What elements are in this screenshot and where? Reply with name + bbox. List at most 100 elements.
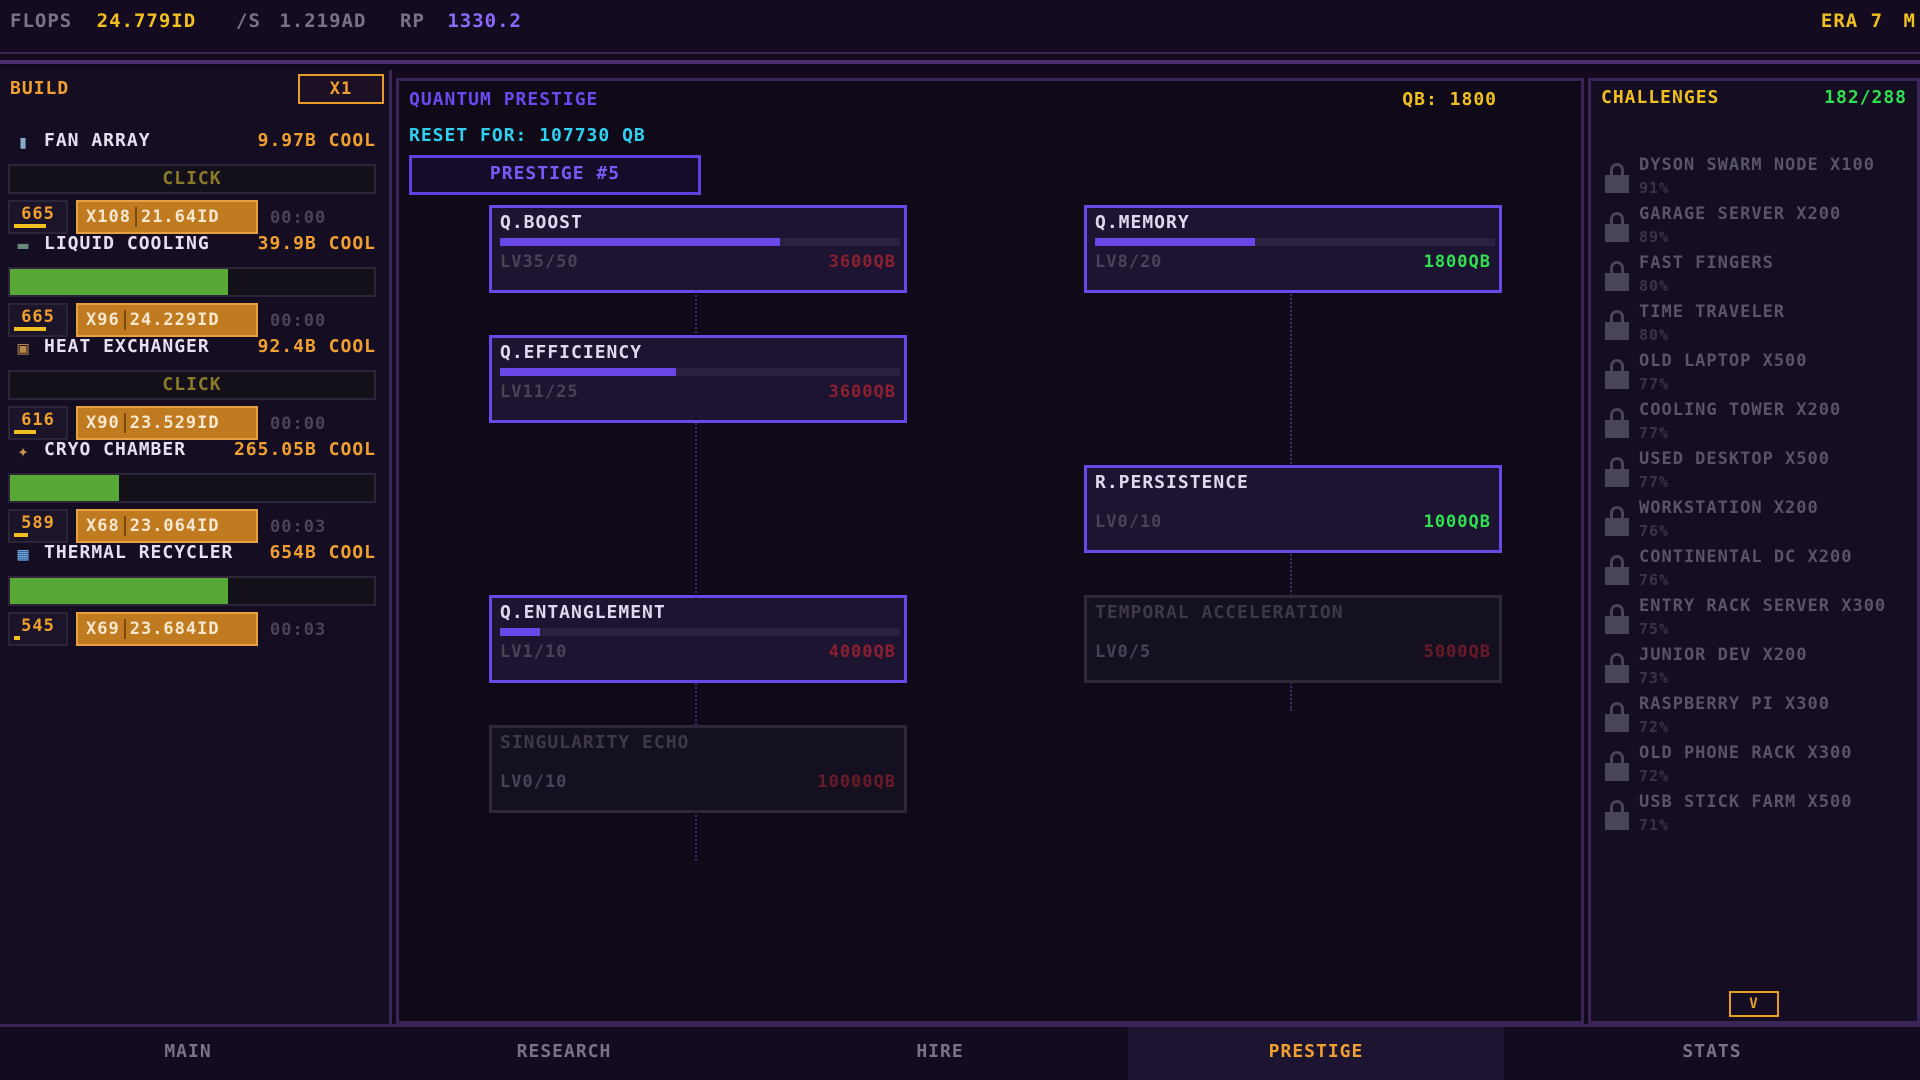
lock-body bbox=[1605, 273, 1629, 291]
challenge-progress: 76% bbox=[1639, 571, 1670, 589]
rate-value: 1.219AD bbox=[279, 10, 367, 32]
upgrade-name: Q.BOOST bbox=[500, 212, 583, 233]
lock-body bbox=[1605, 175, 1629, 193]
tab-prestige[interactable]: PRESTIGE bbox=[1128, 1027, 1504, 1080]
challenge-progress: 89% bbox=[1639, 228, 1670, 246]
click-button[interactable]: CLICK bbox=[8, 370, 376, 400]
build-panel: BUILD X1 ▮ FAN ARRAY 9.97B COOL CLICK 665 X10… bbox=[0, 70, 392, 1025]
owned-count-value: 589 bbox=[21, 513, 55, 533]
upgrade-node[interactable]: Q.BOOST LV35/50 3600QB bbox=[489, 205, 907, 293]
upgrade-node[interactable]: Q.MEMORY LV8/20 1800QB bbox=[1084, 205, 1502, 293]
tab-stats[interactable]: STATS bbox=[1504, 1027, 1920, 1080]
tab-main[interactable]: MAIN bbox=[0, 1027, 376, 1080]
upgrade-name: Q.MEMORY bbox=[1095, 212, 1190, 233]
upgrade-name: R.PERSISTENCE bbox=[1095, 472, 1249, 493]
lock-icon bbox=[1605, 506, 1629, 536]
challenge-name: CONTINENTAL DC X200 bbox=[1639, 547, 1853, 567]
challenge-item: GARAGE SERVER X200 89% bbox=[1603, 200, 1913, 256]
lock-body bbox=[1605, 812, 1629, 830]
challenge-progress: 77% bbox=[1639, 424, 1670, 442]
challenge-item: OLD LAPTOP X500 77% bbox=[1603, 347, 1913, 403]
lock-body bbox=[1605, 420, 1629, 438]
buy-multiplier-button[interactable]: X1 bbox=[298, 74, 384, 104]
flops-stat: FLOPS 24.779ID bbox=[10, 10, 196, 32]
upgrade-level: LV0/10 bbox=[500, 772, 568, 792]
tab-hire[interactable]: HIRE bbox=[752, 1027, 1128, 1080]
build-item-cool: 9.97B COOL bbox=[257, 130, 376, 151]
era-stat: ERA 7 M bbox=[1821, 10, 1916, 32]
upgrade-progress-fill bbox=[1095, 238, 1255, 246]
upgrade-progress-fill bbox=[500, 628, 540, 636]
challenge-item: USED DESKTOP X500 77% bbox=[1603, 445, 1913, 501]
lock-icon bbox=[1605, 163, 1629, 193]
challenge-name: GARAGE SERVER X200 bbox=[1639, 204, 1842, 224]
bottom-nav: MAIN RESEARCH HIRE PRESTIGE STATS bbox=[0, 1024, 1920, 1080]
tab-research[interactable]: RESEARCH bbox=[376, 1027, 752, 1080]
buy-multiplier: X69 bbox=[86, 619, 120, 639]
upgrade-level: LV35/50 bbox=[500, 252, 579, 272]
lock-body bbox=[1605, 714, 1629, 732]
upgrade-node: TEMPORAL ACCELERATION LV0/5 5000QB bbox=[1084, 595, 1502, 683]
scroll-down-button[interactable]: V bbox=[1729, 991, 1779, 1017]
upgrade-node: SINGULARITY ECHO LV0/10 10000QB bbox=[489, 725, 907, 813]
challenge-progress: 75% bbox=[1639, 620, 1670, 638]
upgrade-node[interactable]: Q.EFFICIENCY LV11/25 3600QB bbox=[489, 335, 907, 423]
liquid-icon: ▬ bbox=[17, 235, 29, 256]
upgrade-progress bbox=[500, 238, 900, 246]
build-item: ▦ THERMAL RECYCLER 654B COOL 545 X69 23.684ID… bbox=[8, 532, 376, 656]
progress-fill bbox=[10, 269, 229, 295]
owned-count-bar bbox=[14, 636, 20, 640]
challenge-item: JUNIOR DEV X200 73% bbox=[1603, 641, 1913, 697]
upgrade-level: LV0/10 bbox=[1095, 512, 1163, 532]
challenge-name: COOLING TOWER X200 bbox=[1639, 400, 1842, 420]
progress-fill bbox=[10, 578, 229, 604]
challenge-name: JUNIOR DEV X200 bbox=[1639, 645, 1808, 665]
challenge-name: OLD LAPTOP X500 bbox=[1639, 351, 1808, 371]
exchanger-icon: ▣ bbox=[17, 338, 29, 359]
lock-body bbox=[1605, 322, 1629, 340]
upgrade-cost: 5000QB bbox=[1423, 642, 1491, 662]
prestige-panel: QUANTUM PRESTIGE QB: 1800 RESET FOR: 107… bbox=[396, 78, 1584, 1024]
lock-icon bbox=[1605, 702, 1629, 732]
challenges-panel: CHALLENGES 182/288 DYSON SWARM NODE X100… bbox=[1588, 78, 1920, 1024]
challenge-progress: 77% bbox=[1639, 375, 1670, 393]
rate-stat: /S 1.219AD bbox=[236, 10, 366, 32]
rate-label: /S bbox=[236, 10, 261, 32]
click-button[interactable]: CLICK bbox=[8, 164, 376, 194]
build-item-cool: 92.4B COOL bbox=[257, 336, 376, 357]
upgrade-cost: 1000QB bbox=[1423, 512, 1491, 532]
challenge-name: TIME TRAVELER bbox=[1639, 302, 1786, 322]
upgrade-node[interactable]: R.PERSISTENCE LV0/10 1000QB bbox=[1084, 465, 1502, 553]
challenge-item: DYSON SWARM NODE X100 91% bbox=[1603, 151, 1913, 207]
upgrade-name: SINGULARITY ECHO bbox=[500, 732, 690, 753]
qb-balance: QB: 1800 bbox=[1402, 89, 1497, 110]
upgrade-progress bbox=[1095, 238, 1495, 246]
upgrade-progress-fill bbox=[500, 238, 780, 246]
rp-value: 1330.2 bbox=[447, 10, 522, 32]
upgrade-node[interactable]: Q.ENTANGLEMENT LV1/10 4000QB bbox=[489, 595, 907, 683]
production-progress bbox=[8, 576, 376, 606]
challenge-progress: 80% bbox=[1639, 277, 1670, 295]
upgrade-progress-fill bbox=[500, 368, 676, 376]
challenge-item: TIME TRAVELER 80% bbox=[1603, 298, 1913, 354]
lock-icon bbox=[1605, 457, 1629, 487]
upgrade-progress bbox=[500, 628, 900, 636]
lock-icon bbox=[1605, 261, 1629, 291]
lock-body bbox=[1605, 616, 1629, 634]
upgrade-cost: 1800QB bbox=[1423, 252, 1491, 272]
prestige-button[interactable]: PRESTIGE #5 bbox=[409, 155, 701, 195]
build-item-cool: 39.9B COOL bbox=[257, 233, 376, 254]
build-item-cool: 265.05B COOL bbox=[233, 439, 376, 460]
challenge-progress: 80% bbox=[1639, 326, 1670, 344]
lock-body bbox=[1605, 371, 1629, 389]
buy-cost: 23.684ID bbox=[129, 619, 220, 639]
challenge-name: USED DESKTOP X500 bbox=[1639, 449, 1830, 469]
build-item-name: HEAT EXCHANGER bbox=[44, 336, 210, 357]
rp-stat: RP 1330.2 bbox=[400, 10, 522, 32]
challenge-progress: 72% bbox=[1639, 718, 1670, 736]
lock-icon bbox=[1605, 408, 1629, 438]
buy-button[interactable]: X69 23.684ID bbox=[76, 612, 258, 646]
lock-body bbox=[1605, 518, 1629, 536]
reset-reward: RESET FOR: 107730 QB bbox=[409, 125, 646, 146]
top-divider bbox=[0, 60, 1920, 64]
